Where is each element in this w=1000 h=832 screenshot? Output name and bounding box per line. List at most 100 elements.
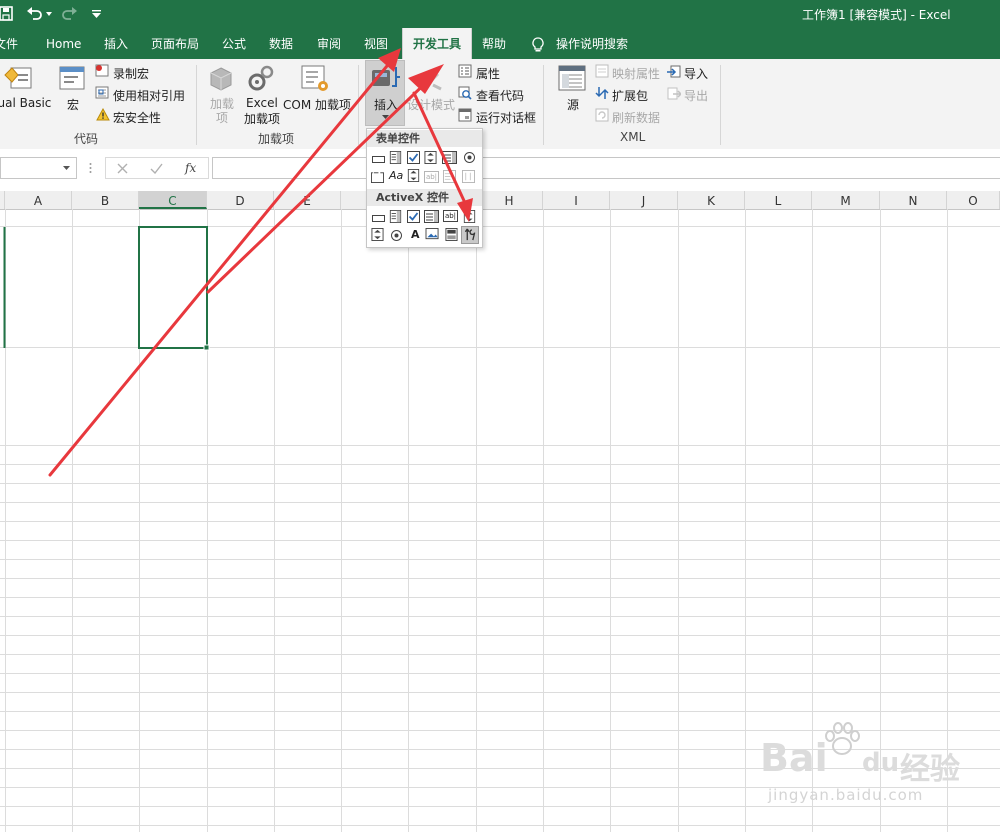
- customize-quick-access-icon[interactable]: [92, 10, 101, 18]
- tab-data[interactable]: 数据: [269, 30, 293, 59]
- insert-function-icon[interactable]: fx: [185, 161, 196, 175]
- checkbox-form-control-icon[interactable]: [407, 151, 420, 164]
- tab-home[interactable]: Home: [46, 30, 81, 59]
- export-button[interactable]: 导出: [684, 87, 708, 104]
- label-activex-icon[interactable]: A: [411, 228, 421, 242]
- scroll-bar-form-control-icon[interactable]: [407, 169, 420, 182]
- column-header[interactable]: I: [543, 191, 610, 209]
- spin-button-activex-icon[interactable]: [371, 228, 384, 241]
- insert-controls-menu: 表单控件 Aa ab| ActiveX 控件 ab| A: [366, 128, 483, 248]
- properties-icon: [458, 64, 472, 78]
- excel-addins-button[interactable]: Excel: [246, 96, 278, 110]
- redo-icon[interactable]: [60, 6, 78, 22]
- column-header[interactable]: O: [947, 191, 1000, 209]
- export-icon: [667, 87, 681, 100]
- expansion-packs-icon: [595, 87, 609, 99]
- record-macro-button[interactable]: 录制宏: [113, 65, 149, 82]
- xml-source-button[interactable]: 源: [567, 96, 579, 113]
- combo-box-activex-icon[interactable]: [389, 210, 402, 223]
- spin-button-form-control-icon[interactable]: [424, 151, 437, 164]
- save-icon[interactable]: [0, 6, 14, 22]
- fill-handle[interactable]: [203, 344, 210, 351]
- warning-icon: [96, 108, 110, 121]
- cancel-icon[interactable]: [117, 163, 128, 174]
- ribbon-developer: Visual Basic 宏 录制宏 使用相对引用 宏安全性 代码: [0, 59, 1000, 150]
- group-label-code: 代码: [74, 132, 99, 146]
- run-dialog-button[interactable]: 运行对话框: [476, 109, 536, 126]
- tab-review[interactable]: 审阅: [317, 30, 341, 59]
- relative-references-button[interactable]: 使用相对引用: [113, 87, 185, 104]
- properties-button[interactable]: 属性: [476, 65, 500, 82]
- scroll-bar-activex-icon[interactable]: [463, 210, 476, 223]
- column-header[interactable]: A: [5, 191, 72, 209]
- column-header[interactable]: L: [745, 191, 812, 209]
- group-separator: [358, 65, 359, 145]
- com-addins-button[interactable]: COM 加载项: [283, 96, 351, 113]
- tab-page-layout[interactable]: 页面布局: [151, 30, 199, 59]
- form-controls-header: 表单控件: [367, 130, 482, 147]
- list-box-form-control-icon[interactable]: [442, 151, 457, 164]
- visual-basic-icon: [4, 67, 32, 89]
- record-macro-icon: [95, 64, 109, 77]
- activex-controls-header: ActiveX 控件: [367, 189, 482, 206]
- more-controls-icon: [464, 228, 476, 241]
- chevron-down-icon: [382, 115, 389, 119]
- formula-bar-area: fx: [0, 149, 1000, 191]
- map-properties-icon: [595, 64, 609, 78]
- tab-file[interactable]: 文件: [0, 30, 18, 59]
- column-header[interactable]: E: [274, 191, 341, 209]
- command-button-activex-icon[interactable]: [372, 212, 385, 225]
- column-header[interactable]: B: [72, 191, 139, 209]
- text-box-activex-icon[interactable]: ab|: [443, 210, 458, 222]
- name-box-dropdown-icon[interactable]: [63, 166, 70, 170]
- undo-dropdown-icon[interactable]: [46, 12, 52, 16]
- column-header[interactable]: M: [812, 191, 880, 209]
- column-header[interactable]: H: [476, 191, 543, 209]
- tab-formulas[interactable]: 公式: [222, 30, 246, 59]
- tab-view[interactable]: 视图: [364, 30, 388, 59]
- tab-help[interactable]: 帮助: [482, 30, 506, 59]
- option-button-form-control-icon[interactable]: [463, 151, 476, 164]
- macros-icon: [59, 66, 85, 90]
- addins-button[interactable]: 加载项: [210, 97, 234, 125]
- import-button[interactable]: 导入: [684, 65, 708, 82]
- checkbox-activex-icon[interactable]: [407, 210, 420, 223]
- view-code-button[interactable]: 查看代码: [476, 87, 524, 104]
- expansion-packs-button[interactable]: 扩展包: [612, 87, 648, 104]
- image-activex-icon[interactable]: [425, 228, 440, 241]
- refresh-data-button[interactable]: 刷新数据: [612, 109, 660, 126]
- undo-icon[interactable]: [26, 6, 44, 22]
- tab-insert[interactable]: 插入: [104, 30, 128, 59]
- combo-dropdown-edit-form-control-icon[interactable]: [462, 170, 475, 183]
- design-mode-button[interactable]: 设计模式: [407, 96, 455, 113]
- column-header[interactable]: J: [610, 191, 678, 209]
- tab-developer[interactable]: 开发工具: [402, 28, 472, 59]
- formula-input[interactable]: [212, 157, 1000, 179]
- column-header-selected[interactable]: C: [139, 191, 207, 209]
- combo-box-form-control-icon[interactable]: [389, 151, 402, 164]
- toggle-button-activex-icon[interactable]: [445, 228, 458, 241]
- selected-cell[interactable]: [138, 226, 208, 349]
- macros-button[interactable]: 宏: [67, 96, 79, 113]
- map-properties-button[interactable]: 映射属性: [612, 65, 660, 82]
- column-header[interactable]: N: [880, 191, 947, 209]
- macro-security-button[interactable]: 宏安全性: [113, 109, 161, 126]
- text-field-form-control-icon[interactable]: ab|: [424, 171, 439, 183]
- combo-list-edit-form-control-icon[interactable]: [443, 170, 456, 183]
- column-header[interactable]: K: [678, 191, 745, 209]
- list-box-activex-icon[interactable]: [424, 210, 439, 223]
- column-header[interactable]: D: [207, 191, 274, 209]
- tell-me-search[interactable]: 操作说明搜索: [556, 30, 628, 59]
- excel-addins-button-line2[interactable]: 加载项: [244, 110, 280, 127]
- visual-basic-button[interactable]: Visual Basic: [0, 96, 51, 110]
- group-separator: [196, 65, 197, 145]
- addins-icon: [210, 67, 232, 91]
- enter-icon[interactable]: [150, 163, 163, 174]
- button-form-control-icon[interactable]: [372, 153, 385, 166]
- option-button-activex-icon[interactable]: [390, 229, 403, 242]
- group-box-form-control-icon[interactable]: [371, 170, 384, 183]
- run-dialog-icon: [458, 108, 472, 122]
- label-form-control-icon[interactable]: Aa: [389, 169, 405, 183]
- refresh-data-icon: [595, 108, 609, 122]
- lightbulb-icon: [532, 37, 544, 52]
